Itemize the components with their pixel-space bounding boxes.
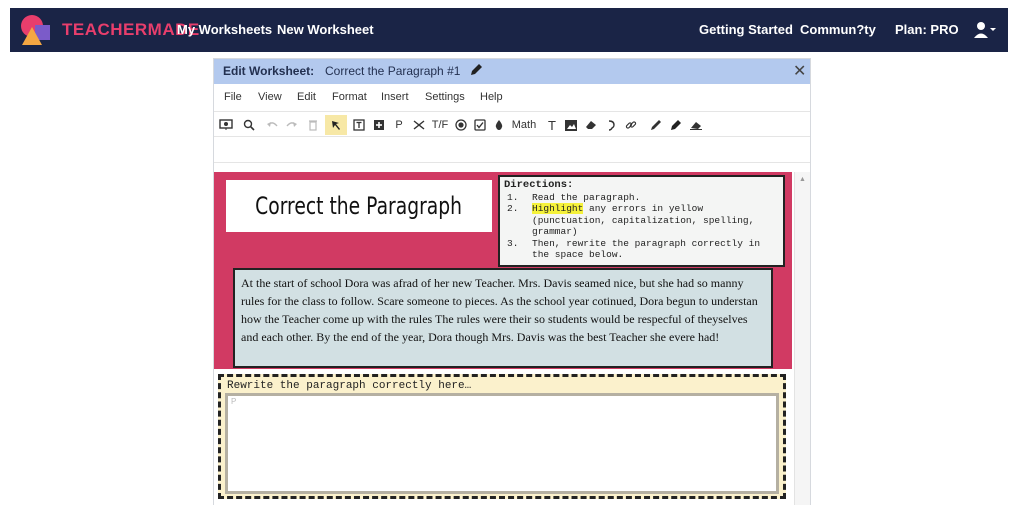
marker-icon[interactable] [668, 115, 684, 135]
worksheet-canvas: Correct the Paragraph Directions: 1. Rea… [214, 172, 810, 505]
menu-view[interactable]: View [258, 91, 282, 103]
link-icon[interactable] [623, 115, 639, 135]
direction-number: 1. [507, 191, 519, 203]
direction-item: 3. Then, rewrite the paragraph correctly… [504, 238, 779, 261]
nav-community[interactable]: Commun?ty [800, 22, 876, 37]
editor-secondary-toolbar [214, 138, 810, 163]
text-tool[interactable]: T [544, 115, 560, 135]
trash-icon[interactable] [304, 115, 322, 135]
undo-icon[interactable] [263, 115, 281, 135]
editor-title-bar: Edit Worksheet: Correct the Paragraph #1… [214, 59, 810, 84]
menu-help[interactable]: Help [480, 91, 503, 103]
zoom-icon[interactable] [240, 115, 258, 135]
paragraph-box[interactable]: At the start of school Dora was afrad of… [233, 268, 773, 368]
direction-text: Read the paragraph. [532, 191, 641, 203]
worksheet-editor: Edit Worksheet: Correct the Paragraph #1… [213, 58, 811, 505]
redo-icon[interactable] [283, 115, 301, 135]
checkbox-icon[interactable] [472, 115, 488, 135]
menu-edit[interactable]: Edit [297, 91, 316, 103]
worksheet-title-box: Correct the Paragraph [226, 180, 492, 232]
nav-my-worksheets[interactable]: My Worksheets [177, 22, 272, 37]
draw-eraser-icon[interactable] [688, 115, 704, 135]
menu-bar: File View Edit Format Insert Settings He… [214, 86, 810, 108]
toolbar: P T/F Math T [214, 111, 810, 137]
image-icon[interactable] [563, 115, 579, 135]
rewrite-input[interactable]: P [225, 393, 779, 494]
add-box-icon[interactable] [370, 115, 388, 135]
audio-icon[interactable] [603, 115, 619, 135]
menu-insert[interactable]: Insert [381, 91, 409, 103]
nav-new-worksheet[interactable]: New Worksheet [277, 22, 374, 37]
paragraph-tool[interactable]: P [391, 115, 407, 135]
preview-icon[interactable] [217, 115, 235, 135]
menu-file[interactable]: File [224, 91, 242, 103]
direction-number: 3. [507, 237, 519, 249]
worksheet-name[interactable]: Correct the Paragraph #1 [325, 64, 460, 78]
direction-item: 1. Read the paragraph. [504, 192, 779, 204]
directions-heading: Directions: [504, 179, 574, 191]
dropper-icon[interactable] [491, 115, 507, 135]
math-tool[interactable]: Math [510, 115, 538, 135]
close-icon[interactable]: ✕ [793, 61, 806, 81]
worksheet-background: Correct the Paragraph Directions: 1. Rea… [214, 172, 792, 369]
pen-icon[interactable] [648, 115, 664, 135]
shuffle-icon[interactable] [410, 115, 428, 135]
worksheet-title: Correct the Paragraph [255, 192, 463, 220]
teachermade-logo-icon[interactable] [18, 13, 54, 47]
rewrite-label: Rewrite the paragraph correctly here… [227, 380, 472, 392]
direction-item: 2. Highlight any errors in yellow (punct… [504, 203, 779, 238]
directions-box: Directions: 1. Read the paragraph. 2. Hi… [498, 175, 785, 267]
top-nav-bar: TEACHERMADE My Worksheets New Worksheet … [10, 8, 1008, 52]
user-icon[interactable] [974, 20, 996, 40]
direction-number: 2. [507, 203, 519, 214]
select-cursor-icon[interactable] [325, 115, 347, 135]
highlighted-word: Highlight [532, 203, 584, 214]
eraser-icon[interactable] [583, 115, 599, 135]
text-box-icon[interactable] [350, 115, 368, 135]
direction-text: Highlight any errors in yellow (punctuat… [532, 203, 779, 238]
rewrite-section: Rewrite the paragraph correctly here… P [218, 374, 786, 499]
nav-getting-started[interactable]: Getting Started [699, 22, 793, 37]
direction-text: Then, rewrite the paragraph correctly in… [532, 237, 761, 261]
nav-plan[interactable]: Plan: PRO [895, 22, 959, 37]
scroll-up-icon[interactable]: ▲ [799, 176, 806, 183]
menu-format[interactable]: Format [332, 91, 367, 103]
pencil-icon[interactable] [469, 63, 483, 77]
canvas-scrollbar[interactable]: ▲ [794, 172, 810, 505]
rewrite-placeholder: P [231, 397, 237, 406]
edit-worksheet-label: Edit Worksheet: [223, 64, 315, 78]
menu-settings[interactable]: Settings [425, 91, 465, 103]
true-false-tool[interactable]: T/F [429, 115, 451, 135]
radio-icon[interactable] [453, 115, 469, 135]
